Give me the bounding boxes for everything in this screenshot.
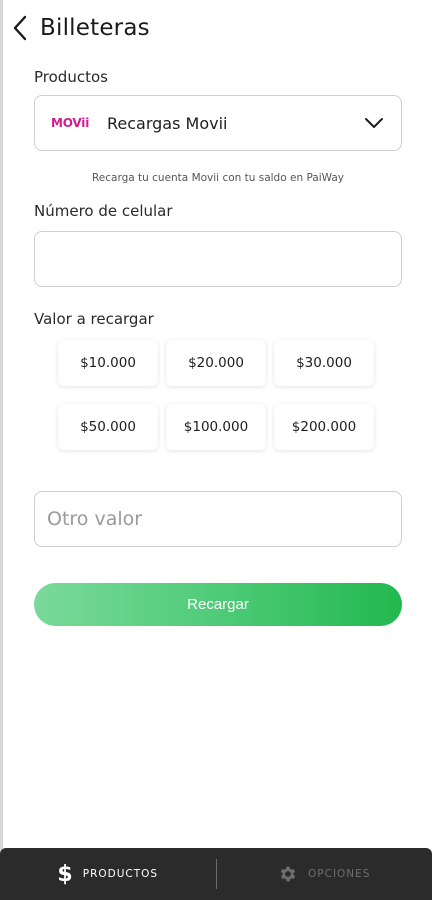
page-title: Billeteras xyxy=(40,15,150,41)
other-amount-wrapper xyxy=(34,491,402,547)
frame-edge xyxy=(0,0,3,900)
chevron-left-icon xyxy=(13,15,27,41)
phone-field-wrapper xyxy=(34,231,402,287)
amount-button-100000[interactable]: $100.000 xyxy=(166,404,266,450)
celular-label: Número de celular xyxy=(34,202,173,220)
nav-productos-label: PRODUCTOS xyxy=(82,868,159,880)
recargar-button[interactable]: Recargar xyxy=(34,583,402,626)
bottom-nav: $ PRODUCTOS OPCIONES xyxy=(0,848,432,900)
amount-button-50000[interactable]: $50.000 xyxy=(58,404,158,450)
movii-logo: MOVii xyxy=(51,116,90,130)
productos-label: Productos xyxy=(34,68,108,86)
amount-grid: $10.000 $20.000 $30.000 $50.000 $100.000… xyxy=(58,340,378,450)
gear-icon xyxy=(280,866,296,882)
other-amount-input[interactable] xyxy=(35,492,401,546)
amount-button-10000[interactable]: $10.000 xyxy=(58,340,158,386)
dollar-icon: $ xyxy=(57,861,73,887)
amount-button-200000[interactable]: $200.000 xyxy=(274,404,374,450)
amount-button-30000[interactable]: $30.000 xyxy=(274,340,374,386)
chevron-down-icon xyxy=(365,118,383,128)
product-helper-text: Recarga tu cuenta Movii con tu saldo en … xyxy=(91,172,345,184)
nav-item-opciones[interactable]: OPCIONES xyxy=(217,848,432,900)
nav-item-productos[interactable]: $ PRODUCTOS xyxy=(0,848,216,900)
product-select[interactable]: MOVii Recargas Movii xyxy=(34,95,402,151)
back-button[interactable] xyxy=(12,12,36,44)
phone-input[interactable] xyxy=(35,232,401,286)
header: Billeteras xyxy=(12,10,150,46)
valor-label: Valor a recargar xyxy=(34,310,154,328)
amount-button-20000[interactable]: $20.000 xyxy=(166,340,266,386)
product-select-value: Recargas Movii xyxy=(107,113,228,133)
nav-opciones-label: OPCIONES xyxy=(308,868,371,880)
